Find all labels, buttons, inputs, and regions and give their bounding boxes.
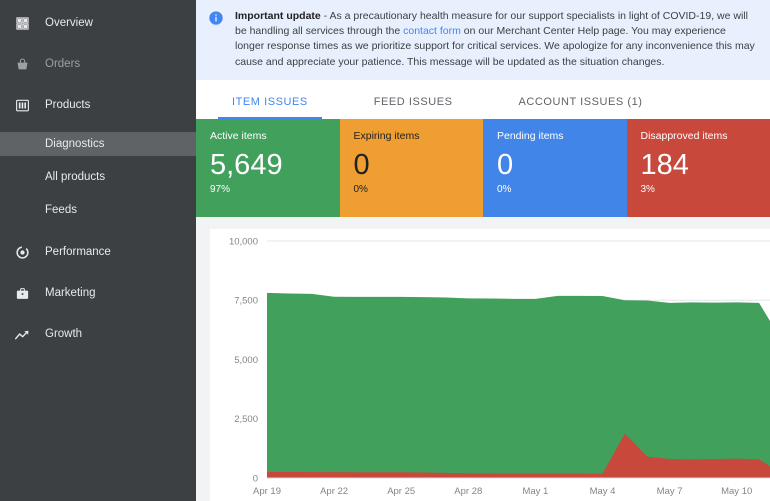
important-update-banner: Important update - As a precautionary he…	[196, 0, 770, 80]
svg-text:May 1: May 1	[522, 486, 548, 497]
stat-card-value: 0	[497, 149, 514, 182]
tab-label: FEED ISSUES	[373, 95, 453, 108]
stat-card-disapproved-items[interactable]: Disapproved items 184 3%	[626, 118, 770, 217]
svg-text:5,000: 5,000	[234, 355, 258, 366]
svg-text:7,500: 7,500	[234, 295, 258, 306]
issues-chart-card: 0 2,500 5,000 7,500 10,000 Apr 19 Apr 22 Apr 25…	[210, 228, 770, 501]
stat-cards: Active items 5,649 97% Expiring items 0 …	[196, 118, 770, 217]
sidebar: Overview Orders Products Diagnostics All…	[0, 0, 196, 501]
sidebar-item-all-products[interactable]: All products	[0, 165, 196, 189]
stat-card-percent: 3%	[640, 184, 655, 196]
sidebar-item-label: Overview	[45, 16, 93, 29]
svg-text:Apr 19: Apr 19	[253, 486, 281, 497]
svg-text:Apr 22: Apr 22	[320, 486, 348, 497]
stat-card-value: 0	[353, 149, 370, 182]
briefcase-icon	[13, 285, 31, 303]
sidebar-item-label: Orders	[45, 57, 81, 70]
issue-tabs: ITEM ISSUES FEED ISSUES ACCOUNT ISSUES (…	[196, 79, 770, 119]
sidebar-item-overview[interactable]: Overview	[0, 6, 196, 41]
banner-text: Important update - As a precautionary he…	[235, 9, 756, 70]
basket-icon	[13, 56, 31, 74]
tab-label: ITEM ISSUES	[232, 95, 308, 108]
stat-card-value: 5,649	[210, 149, 283, 182]
chart-panel: 0 2,500 5,000 7,500 10,000 Apr 19 Apr 22 Apr 25…	[196, 216, 770, 501]
stat-card-percent: 97%	[210, 184, 231, 196]
app-root: Overview Orders Products Diagnostics All…	[0, 0, 770, 501]
tab-label: ACCOUNT ISSUES (1)	[518, 95, 643, 108]
donut-icon	[13, 244, 31, 262]
stat-card-expiring-items[interactable]: Expiring items 0 0%	[339, 118, 483, 217]
sidebar-item-orders[interactable]: Orders	[0, 47, 196, 82]
stat-card-title: Active items	[210, 129, 267, 142]
svg-text:May 10: May 10	[721, 486, 752, 497]
sidebar-item-performance[interactable]: Performance	[0, 235, 196, 270]
issues-area-chart[interactable]: 0 2,500 5,000 7,500 10,000 Apr 19 Apr 22 Apr 25…	[210, 229, 770, 501]
grid-icon	[13, 15, 31, 33]
svg-text:May 4: May 4	[590, 486, 616, 497]
trend-up-icon	[13, 326, 31, 344]
stat-card-percent: 0%	[497, 184, 512, 196]
svg-text:Apr 25: Apr 25	[387, 486, 415, 497]
svg-text:May 7: May 7	[657, 486, 683, 497]
tab-feed-issues[interactable]: FEED ISSUES	[360, 96, 467, 119]
stat-card-active-items[interactable]: Active items 5,649 97%	[196, 118, 340, 217]
stat-card-percent: 0%	[353, 184, 368, 196]
tab-account-issues[interactable]: ACCOUNT ISSUES (1)	[505, 96, 657, 119]
main-content: Important update - As a precautionary he…	[196, 0, 770, 501]
banner-title: Important update	[235, 10, 321, 22]
svg-text:Apr 28: Apr 28	[454, 486, 482, 497]
sidebar-item-feeds[interactable]: Feeds	[0, 198, 196, 222]
sidebar-item-marketing[interactable]: Marketing	[0, 276, 196, 311]
svg-text:2,500: 2,500	[234, 414, 258, 425]
sidebar-item-diagnostics[interactable]: Diagnostics	[0, 132, 196, 156]
stat-card-pending-items[interactable]: Pending items 0 0%	[483, 118, 627, 217]
stat-card-value: 184	[640, 149, 689, 182]
sidebar-subitem-label: Feeds	[45, 204, 77, 216]
info-icon	[208, 10, 224, 26]
sidebar-item-label: Growth	[45, 327, 83, 340]
stat-card-title: Expiring items	[353, 129, 420, 142]
sidebar-item-products[interactable]: Products	[0, 88, 196, 123]
sidebar-item-label: Marketing	[45, 286, 96, 299]
stat-card-title: Disapproved items	[640, 129, 728, 142]
sidebar-subitem-label: All products	[45, 171, 106, 183]
tab-item-issues[interactable]: ITEM ISSUES	[218, 96, 322, 119]
svg-text:10,000: 10,000	[229, 236, 258, 247]
stat-card-title: Pending items	[497, 129, 564, 142]
contact-form-link[interactable]: contact form	[403, 25, 461, 37]
products-icon	[13, 97, 31, 115]
svg-text:0: 0	[253, 473, 258, 484]
sidebar-subitem-label: Diagnostics	[45, 138, 105, 150]
sidebar-item-growth[interactable]: Growth	[0, 317, 196, 352]
sidebar-item-label: Products	[45, 98, 91, 111]
sidebar-item-label: Performance	[45, 245, 111, 258]
